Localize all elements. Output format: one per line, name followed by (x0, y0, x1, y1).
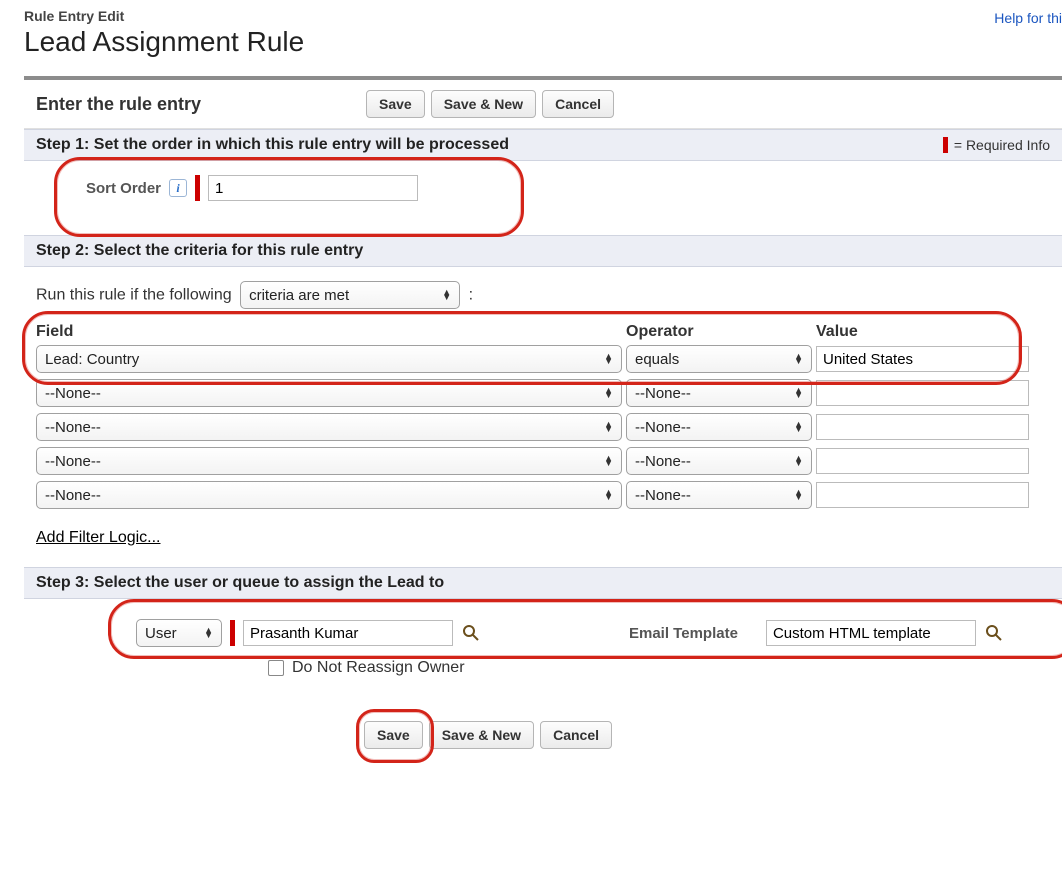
criteria-field-select[interactable]: --None-- (36, 413, 622, 441)
criteria-operator-select[interactable]: --None-- (626, 379, 812, 407)
help-link[interactable]: Help for thi (994, 8, 1062, 26)
step1-title: Step 1: Set the order in which this rule… (36, 136, 509, 154)
save-new-button-top[interactable]: Save & New (431, 90, 536, 118)
criteria-operator-select[interactable]: --None-- (626, 447, 812, 475)
criteria-value-input[interactable] (816, 448, 1029, 474)
page-title: Lead Assignment Rule (24, 26, 304, 58)
cancel-button-top[interactable]: Cancel (542, 90, 614, 118)
email-template-input[interactable] (766, 620, 976, 646)
lookup-icon[interactable] (984, 623, 1004, 643)
do-not-reassign-checkbox[interactable] (268, 660, 284, 676)
enter-rule-title: Enter the rule entry (36, 94, 366, 115)
criteria-value-input[interactable] (816, 346, 1029, 372)
criteria-operator-select[interactable]: --None-- (626, 481, 812, 509)
required-marker-icon (943, 137, 948, 153)
sort-order-input[interactable] (208, 175, 418, 201)
column-field-header: Field (36, 323, 626, 341)
required-bar-icon (195, 175, 200, 201)
page-subhead: Rule Entry Edit (24, 8, 304, 24)
criteria-operator-select[interactable]: --None-- (626, 413, 812, 441)
required-info-text: = Required Info (954, 137, 1050, 153)
step2-title: Step 2: Select the criteria for this rul… (36, 242, 363, 260)
step3-title: Step 3: Select the user or queue to assi… (36, 574, 444, 592)
column-value-header: Value (816, 323, 1050, 341)
lookup-icon[interactable] (461, 623, 481, 643)
criteria-field-select[interactable]: --None-- (36, 447, 622, 475)
criteria-mode-select[interactable]: criteria are met (240, 281, 460, 309)
colon-text: : (469, 287, 473, 304)
add-filter-logic-link[interactable]: Add Filter Logic... (36, 529, 161, 547)
assignee-input[interactable] (243, 620, 453, 646)
assign-type-select[interactable]: User (136, 619, 222, 647)
criteria-value-input[interactable] (816, 414, 1029, 440)
cancel-button-bottom[interactable]: Cancel (540, 721, 612, 749)
save-button-bottom[interactable]: Save (364, 721, 423, 749)
save-button-top[interactable]: Save (366, 90, 425, 118)
email-template-label: Email Template (629, 625, 738, 642)
info-icon[interactable]: i (169, 179, 187, 197)
criteria-value-input[interactable] (816, 482, 1029, 508)
run-rule-label: Run this rule if the following (36, 287, 232, 304)
page: Rule Entry Edit Lead Assignment Rule Hel… (0, 0, 1062, 769)
required-bar-icon (230, 620, 235, 646)
do-not-reassign-label: Do Not Reassign Owner (292, 659, 465, 677)
criteria-field-select[interactable]: --None-- (36, 379, 622, 407)
sort-order-label: Sort Order (86, 180, 161, 197)
column-operator-header: Operator (626, 323, 816, 341)
save-new-button-bottom[interactable]: Save & New (429, 721, 534, 749)
criteria-field-select[interactable]: --None-- (36, 481, 622, 509)
criteria-field-select[interactable]: Lead: Country (36, 345, 622, 373)
criteria-value-input[interactable] (816, 380, 1029, 406)
criteria-operator-select[interactable]: equals (626, 345, 812, 373)
